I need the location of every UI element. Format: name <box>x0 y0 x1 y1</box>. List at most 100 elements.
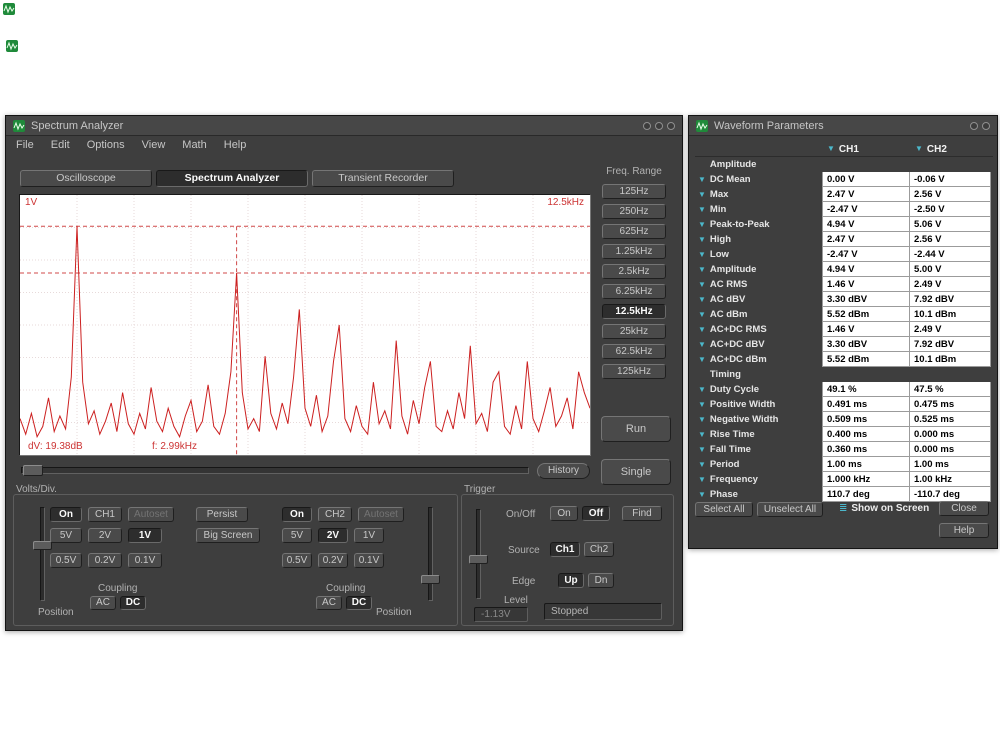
ch2-scale-5v-button[interactable]: 5V <box>282 528 312 543</box>
ch1-scale-2v-button[interactable]: 2V <box>88 528 122 543</box>
ch2-scale-2v-button[interactable]: 2V <box>318 528 348 543</box>
ch2-column-header[interactable]: ▼ CH2 <box>911 142 993 156</box>
trigger-edge-dn-button[interactable]: Dn <box>588 573 614 588</box>
trigger-source-ch2-button[interactable]: Ch2 <box>584 542 614 557</box>
ch1-position-slider-handle[interactable] <box>33 541 52 550</box>
parameter-label-cell[interactable]: ▼ Amplitude <box>695 262 823 277</box>
menu-item[interactable]: View <box>142 139 166 154</box>
desktop-app-icon-2[interactable] <box>6 40 18 52</box>
freq-range-button[interactable]: 625Hz <box>602 224 666 239</box>
parameter-label-cell[interactable]: ▼ Period <box>695 457 823 472</box>
ch1-name-button[interactable]: CH1 <box>88 507 122 522</box>
big-screen-button[interactable]: Big Screen <box>196 528 260 543</box>
ch2-position-slider-track[interactable] <box>428 507 433 601</box>
parameter-label-cell[interactable]: ▼ Low <box>695 247 823 262</box>
ch2-coupling-ac-button[interactable]: AC <box>316 596 342 610</box>
parameter-label-cell[interactable]: ▼ AC+DC RMS <box>695 322 823 337</box>
menu-item[interactable]: Edit <box>51 139 70 154</box>
freq-range-button[interactable]: 6.25kHz <box>602 284 666 299</box>
trigger-level-slider-track[interactable] <box>476 509 481 599</box>
help-button[interactable]: Help <box>939 523 989 538</box>
parameter-label-cell[interactable]: ▼ AC RMS <box>695 277 823 292</box>
parameter-label-cell[interactable]: ▼ Phase <box>695 487 823 502</box>
menu-item[interactable]: File <box>16 139 34 154</box>
freq-range-button[interactable]: 125kHz <box>602 364 666 379</box>
trigger-off-button[interactable]: Off <box>582 506 610 521</box>
tab-spectrum-analyzer[interactable]: Spectrum Analyzer <box>156 170 308 187</box>
freq-range-button[interactable]: 250Hz <box>602 204 666 219</box>
freq-range-button[interactable]: 2.5kHz <box>602 264 666 279</box>
parameter-label-cell[interactable]: ▼ Positive Width <box>695 397 823 412</box>
parameter-label-cell[interactable]: ▼ AC dBm <box>695 307 823 322</box>
ch2-position-slider-handle[interactable] <box>421 575 440 584</box>
ch2-autoset-button[interactable]: Autoset <box>358 507 404 522</box>
ch1-coupling-ac-button[interactable]: AC <box>90 596 116 610</box>
window-control-button[interactable] <box>667 122 675 130</box>
parameter-label-cell[interactable]: ▼ Max <box>695 187 823 202</box>
desktop-app-icon-1[interactable] <box>3 3 15 15</box>
history-button[interactable]: History <box>537 463 590 479</box>
parameter-label-cell[interactable]: ▼ Amplitude <box>695 157 823 172</box>
ch1-scale-1v-button[interactable]: 1V <box>128 528 162 543</box>
tab-transient-recorder[interactable]: Transient Recorder <box>312 170 454 187</box>
parameter-label-cell[interactable]: ▼ AC dBV <box>695 292 823 307</box>
parameter-label-cell[interactable]: ▼ AC+DC dBV <box>695 337 823 352</box>
freq-range-button[interactable]: 12.5kHz <box>602 304 666 319</box>
freq-range-button[interactable]: 62.5kHz <box>602 344 666 359</box>
ch1-position-slider-track[interactable] <box>40 507 45 601</box>
trigger-edge-up-button[interactable]: Up <box>558 573 584 588</box>
unselect-all-button[interactable]: Unselect All <box>757 502 823 517</box>
show-on-screen-control[interactable]: ≣ Show on Screen <box>839 503 929 514</box>
parameter-label-cell[interactable]: ▼ Fall Time <box>695 442 823 457</box>
ch1-scale-05v-button[interactable]: 0.5V <box>50 553 82 568</box>
parameter-label-cell[interactable]: ▼ Timing <box>695 367 823 382</box>
single-button[interactable]: Single <box>601 459 671 485</box>
parameter-label-cell[interactable]: ▼ Rise Time <box>695 427 823 442</box>
ch1-scale-5v-button[interactable]: 5V <box>50 528 82 543</box>
select-all-button[interactable]: Select All <box>695 502 753 517</box>
ch2-on-button[interactable]: On <box>282 507 312 522</box>
trigger-source-ch1-button[interactable]: Ch1 <box>550 542 580 557</box>
parameter-label-cell[interactable]: ▼ Peak-to-Peak <box>695 217 823 232</box>
tab-oscilloscope[interactable]: Oscilloscope <box>20 170 152 187</box>
ch2-name-button[interactable]: CH2 <box>318 507 352 522</box>
window-control-button[interactable] <box>970 122 978 130</box>
parameter-label-cell[interactable]: ▼ AC+DC dBm <box>695 352 823 367</box>
parameter-label-cell[interactable]: ▼ Frequency <box>695 472 823 487</box>
persist-button[interactable]: Persist <box>196 507 248 522</box>
ch1-column-header[interactable]: ▼ CH1 <box>823 142 911 156</box>
parameter-label-cell[interactable]: ▼ High <box>695 232 823 247</box>
parameter-label-cell[interactable]: ▼ Min <box>695 202 823 217</box>
ch2-scale-1v-button[interactable]: 1V <box>354 528 384 543</box>
history-scrollbar[interactable] <box>21 467 529 474</box>
window-control-button[interactable] <box>643 122 651 130</box>
parameter-label-cell[interactable]: ▼ Negative Width <box>695 412 823 427</box>
menu-item[interactable]: Math <box>182 139 206 154</box>
freq-range-button[interactable]: 25kHz <box>602 324 666 339</box>
trigger-find-button[interactable]: Find <box>622 506 662 521</box>
ch2-scale-05v-button[interactable]: 0.5V <box>282 553 312 568</box>
ch2-scale-01v-button[interactable]: 0.1V <box>354 553 384 568</box>
run-button[interactable]: Run <box>601 416 671 442</box>
ch1-autoset-button[interactable]: Autoset <box>128 507 174 522</box>
waveform-titlebar[interactable]: Waveform Parameters <box>689 116 997 136</box>
freq-range-button[interactable]: 1.25kHz <box>602 244 666 259</box>
ch1-on-button[interactable]: On <box>50 507 82 522</box>
ch2-scale-02v-button[interactable]: 0.2V <box>318 553 348 568</box>
window-control-button[interactable] <box>982 122 990 130</box>
ch1-scale-01v-button[interactable]: 0.1V <box>128 553 162 568</box>
menu-item[interactable]: Options <box>87 139 125 154</box>
history-scrollbar-handle[interactable] <box>23 465 43 476</box>
parameter-label-cell[interactable]: ▼ DC Mean <box>695 172 823 187</box>
close-button[interactable]: Close <box>939 501 989 516</box>
spectrum-titlebar[interactable]: Spectrum Analyzer <box>6 116 682 136</box>
trigger-level-slider-handle[interactable] <box>469 555 488 564</box>
ch1-scale-02v-button[interactable]: 0.2V <box>88 553 122 568</box>
ch1-coupling-dc-button[interactable]: DC <box>120 596 146 610</box>
freq-range-button[interactable]: 125Hz <box>602 184 666 199</box>
trigger-on-button[interactable]: On <box>550 506 578 521</box>
ch2-coupling-dc-button[interactable]: DC <box>346 596 372 610</box>
spectrum-plot[interactable]: 1V 12.5kHz dV: 19.38dB f: 2.99kHz <box>19 194 591 456</box>
window-control-button[interactable] <box>655 122 663 130</box>
parameter-label-cell[interactable]: ▼ Duty Cycle <box>695 382 823 397</box>
